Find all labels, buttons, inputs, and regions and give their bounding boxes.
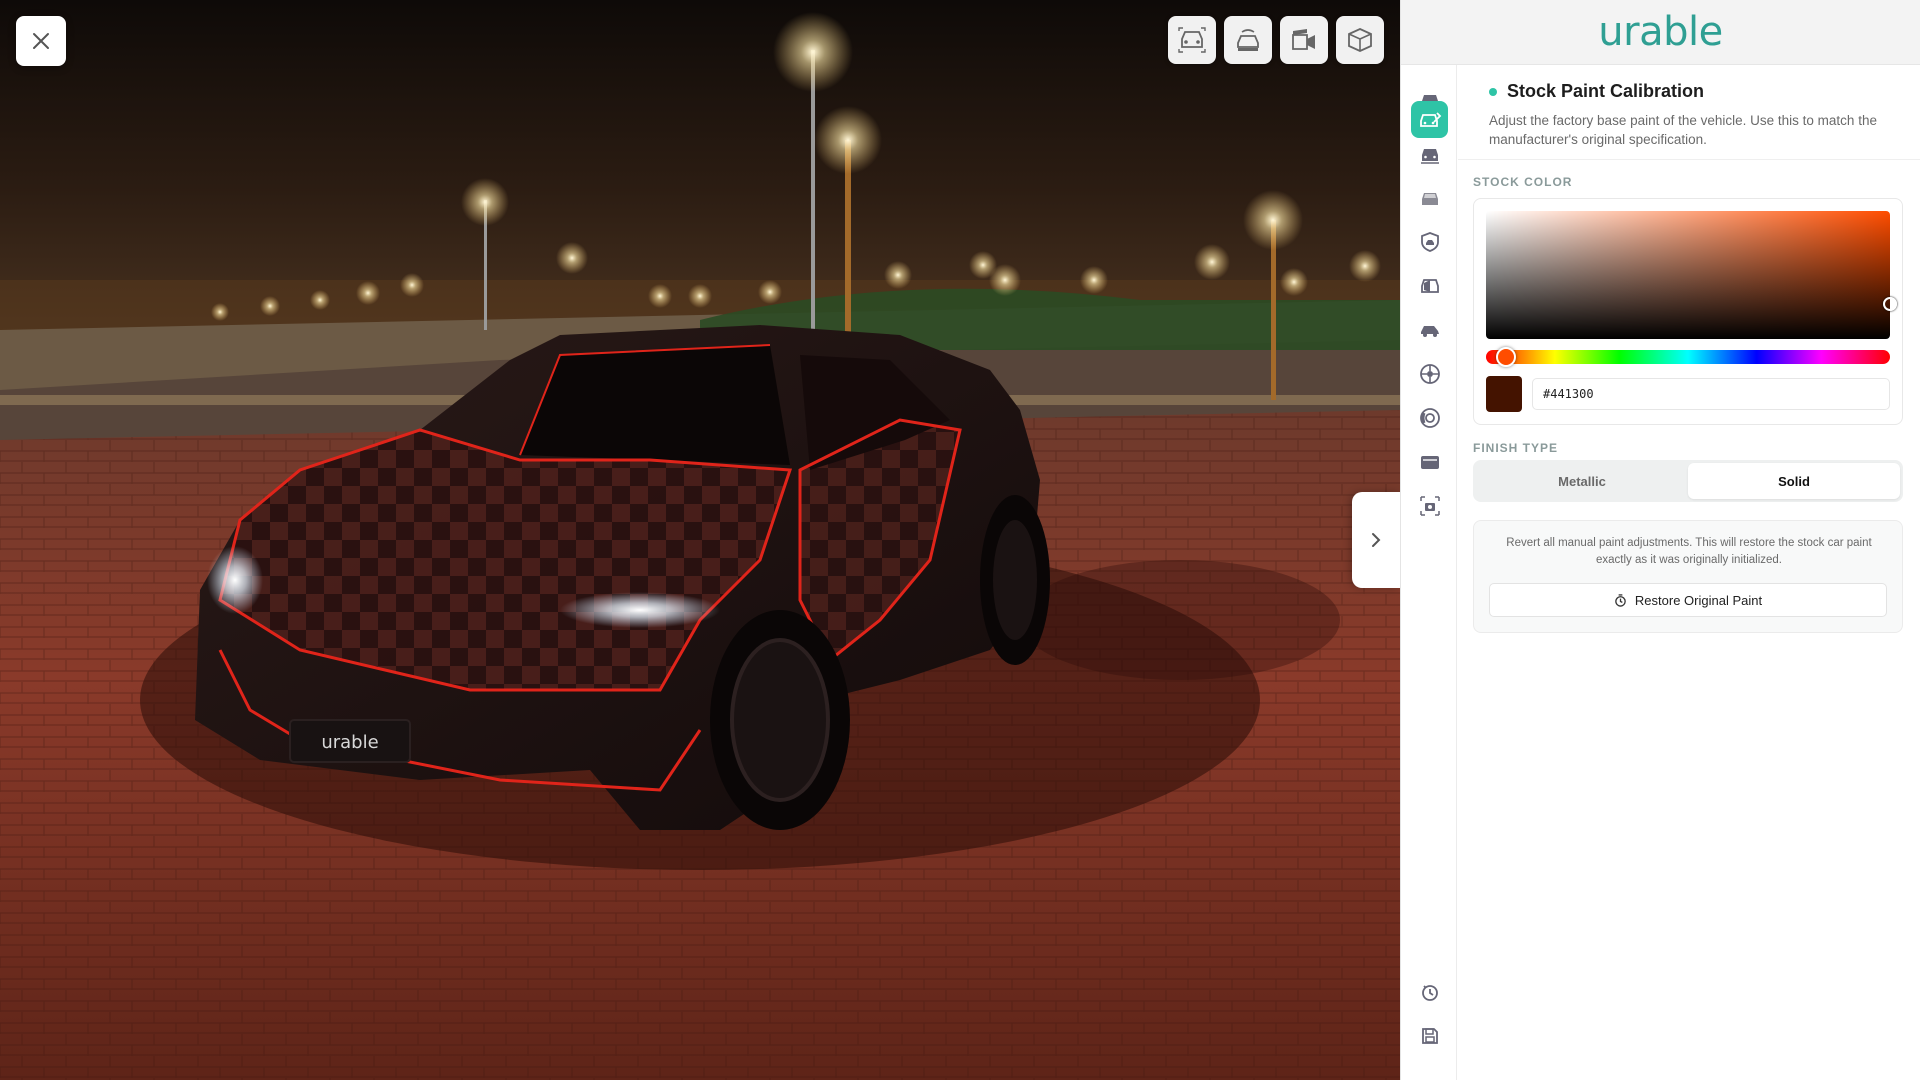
cube-3d-icon xyxy=(1348,28,1372,52)
panel-header: Stock Paint Calibration Adjust the facto… xyxy=(1458,65,1920,160)
chevron-right-icon xyxy=(1372,533,1381,547)
finish-option-metallic[interactable]: Metallic xyxy=(1476,463,1688,499)
status-dot xyxy=(1489,87,1497,96)
history-icon xyxy=(1421,984,1438,1001)
color-picker: #441300 xyxy=(1473,198,1903,425)
hue-slider[interactable] xyxy=(1486,347,1890,367)
view-toolbar xyxy=(1168,16,1384,64)
finish-option-solid[interactable]: Solid xyxy=(1688,463,1900,499)
color-swatch xyxy=(1486,376,1522,412)
history-icon xyxy=(1615,593,1626,607)
car-paint-icon xyxy=(1419,111,1441,127)
car-wrap-icon xyxy=(1420,278,1439,293)
tool-rail xyxy=(1400,65,1457,1080)
close-icon xyxy=(33,33,49,49)
save-icon xyxy=(1421,1027,1438,1044)
car-top-view-icon xyxy=(1237,29,1259,51)
brake-icon xyxy=(1419,407,1440,428)
restore-original-paint-button[interactable]: Restore Original Paint xyxy=(1489,583,1887,617)
rail-item-decals[interactable] xyxy=(1411,443,1448,480)
vehicle-scene: urable xyxy=(0,0,1400,1080)
front-view-button[interactable] xyxy=(1168,16,1216,64)
car-side-icon xyxy=(1420,325,1439,337)
rail-item-tint[interactable] xyxy=(1411,180,1448,217)
close-button[interactable] xyxy=(16,16,66,66)
video-camera-icon xyxy=(1292,29,1315,50)
car-detail-icon xyxy=(1420,148,1439,164)
saturation-value-handle[interactable] xyxy=(1883,297,1897,312)
rail-item-history[interactable] xyxy=(1411,973,1448,1010)
brand-logo: urable xyxy=(1598,9,1723,55)
rail-item-stock-paint[interactable] xyxy=(1411,101,1448,138)
finish-type-toggle: Metallic Solid xyxy=(1473,460,1903,502)
panel-description: Adjust the factory base paint of the veh… xyxy=(1489,113,1877,147)
paint-panel: Stock Paint Calibration Adjust the facto… xyxy=(1458,65,1920,1080)
rail-item-wheels[interactable] xyxy=(1411,355,1448,392)
decal-icon xyxy=(1420,455,1439,469)
restore-description: Revert all manual paint adjustments. Thi… xyxy=(1506,537,1872,566)
rail-item-brakes[interactable] xyxy=(1411,399,1448,436)
rail-item-save[interactable] xyxy=(1411,1017,1448,1054)
saturation-value-area[interactable] xyxy=(1486,211,1897,339)
brand-header: urable xyxy=(1400,0,1920,65)
top-view-button[interactable] xyxy=(1224,16,1272,64)
hue-slider-handle[interactable] xyxy=(1496,347,1517,367)
rail-item-wrap[interactable] xyxy=(1411,267,1448,304)
panel-title: Stock Paint Calibration xyxy=(1507,81,1705,101)
stock-color-label: STOCK COLOR xyxy=(1473,175,1573,189)
car-front-view-icon xyxy=(1178,27,1206,53)
rail-item-protection[interactable] xyxy=(1411,223,1448,260)
restore-button-label: Restore Original Paint xyxy=(1634,592,1763,608)
rail-item-snapshot[interactable] xyxy=(1411,487,1448,524)
rail-item-side[interactable] xyxy=(1411,311,1448,348)
hex-color-input[interactable]: #441300 xyxy=(1532,378,1890,410)
wheel-icon xyxy=(1419,363,1440,384)
collapse-panel-button[interactable] xyxy=(1352,492,1400,588)
rail-item-detail[interactable] xyxy=(1411,136,1448,173)
vehicle-viewport[interactable]: urable xyxy=(0,0,1400,1080)
restore-card: Revert all manual paint adjustments. Thi… xyxy=(1473,520,1903,633)
video-view-button[interactable] xyxy=(1280,16,1328,64)
finish-type-label: FINISH TYPE xyxy=(1473,441,1559,455)
car-tint-icon xyxy=(1421,192,1438,205)
shield-icon xyxy=(1420,231,1439,252)
3d-view-button[interactable] xyxy=(1336,16,1384,64)
app-root: urable urable Stock Paint Calibration Ad… xyxy=(0,0,1920,1080)
camera-icon xyxy=(1419,495,1440,516)
license-plate-text: urable xyxy=(321,732,378,753)
